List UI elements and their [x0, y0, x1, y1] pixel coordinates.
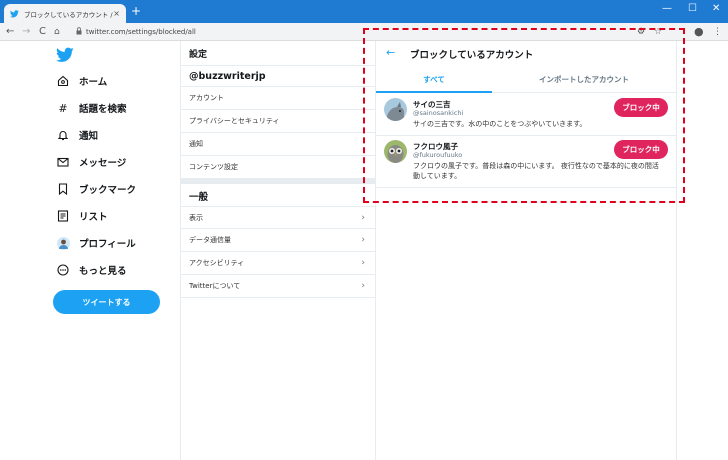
close-tab-icon[interactable]: × [113, 9, 120, 18]
sidebar-item-explore[interactable]: # 話題を検索 [56, 100, 127, 116]
menu-dots-icon[interactable]: ⋮ [713, 25, 722, 39]
sidebar-item-lists[interactable]: リスト [56, 208, 108, 224]
tab-title: ブロックしているアカウント / Twitter [24, 10, 113, 19]
settings-item-label: アカウント [189, 94, 224, 102]
reload-icon[interactable]: C [39, 25, 46, 39]
settings-item-label: アクセシビリティ [189, 259, 245, 267]
sidebar-item-profile[interactable]: プロフィール [56, 235, 136, 251]
settings-item-label: 通知 [189, 140, 203, 148]
chevron-right-icon: › [361, 281, 365, 291]
maximize-icon[interactable]: ☐ [688, 3, 697, 14]
avatar-icon [56, 236, 70, 250]
settings-item-label: プライバシーとセキュリティ [189, 117, 280, 125]
new-tab-button[interactable]: + [131, 5, 141, 17]
minimize-icon[interactable]: — [662, 3, 672, 14]
bookmark-icon [56, 182, 70, 196]
account-icon[interactable]: ● [694, 25, 704, 39]
settings-item-privacy[interactable]: プライバシーとセキュリティ [181, 110, 375, 133]
browser-tab[interactable]: ブロックしているアカウント / Twitter × [4, 4, 126, 23]
sidebar-item-label: もっと見る [79, 266, 127, 277]
url-field[interactable]: twitter.com/settings/blocked/all [86, 26, 196, 38]
hashtag-icon: # [58, 101, 68, 115]
chevron-right-icon: › [361, 235, 365, 245]
settings-item-label: 表示 [189, 214, 203, 222]
sidebar-item-bookmarks[interactable]: ブックマーク [56, 181, 136, 197]
settings-item-notifications[interactable]: 通知 [181, 133, 375, 156]
sidebar-item-label: 話題を検索 [79, 104, 127, 115]
sidebar-item-more[interactable]: もっと見る [56, 262, 127, 278]
sidebar-item-label: メッセージ [79, 158, 127, 169]
settings-item-label: データ通信量 [189, 236, 231, 244]
sidebar-item-messages[interactable]: メッセージ [56, 154, 126, 170]
sidebar-item-notifications[interactable]: 通知 [56, 127, 98, 143]
twitter-bird-icon [10, 9, 19, 17]
highlight-frame [363, 28, 685, 203]
settings-item-content[interactable]: コンテンツ設定 [181, 156, 375, 179]
left-sidebar: ホーム # 話題を検索 通知 メッセージ ブックマーク リスト プロフィール も [48, 41, 180, 460]
envelope-icon [56, 155, 70, 169]
sidebar-item-label: リスト [79, 212, 108, 223]
lock-icon [76, 27, 82, 35]
settings-item-accessibility[interactable]: アクセシビリティ › [181, 252, 375, 275]
bell-icon [56, 128, 70, 142]
settings-item-account[interactable]: アカウント [181, 87, 375, 110]
section-separator [181, 179, 375, 184]
sidebar-item-label: プロフィール [79, 239, 136, 250]
browser-tab-bar: ブロックしているアカウント / Twitter × + — ☐ ✕ [0, 0, 728, 23]
tweet-button[interactable]: ツイートする [53, 290, 160, 314]
forward-nav-icon[interactable]: → [22, 25, 30, 39]
chevron-right-icon: › [361, 213, 365, 223]
chevron-right-icon: › [361, 258, 365, 268]
home-icon [56, 74, 70, 88]
list-icon [56, 209, 70, 223]
twitter-logo-icon[interactable] [56, 47, 74, 63]
settings-item-label: Twitterについて [189, 282, 241, 290]
sidebar-item-home[interactable]: ホーム [56, 73, 107, 89]
general-section-title: 一般 [189, 192, 209, 203]
settings-username: @buzzwriterjp [181, 65, 375, 87]
settings-item-about[interactable]: Twitterについて › [181, 275, 375, 298]
home-nav-icon[interactable]: ⌂ [54, 25, 60, 39]
close-window-icon[interactable]: ✕ [712, 3, 720, 14]
settings-title: 設定 [189, 50, 208, 60]
sidebar-item-label: 通知 [79, 131, 99, 142]
more-icon [56, 263, 70, 277]
settings-item-data-usage[interactable]: データ通信量 › [181, 229, 375, 252]
settings-column: 設定 @buzzwriterjp アカウント プライバシーとセキュリティ 通知 … [181, 41, 375, 460]
sidebar-item-label: ブックマーク [79, 185, 137, 196]
settings-item-display[interactable]: 表示 › [181, 206, 375, 229]
back-nav-icon[interactable]: ← [6, 25, 14, 39]
settings-item-label: コンテンツ設定 [189, 163, 238, 171]
sidebar-item-label: ホーム [79, 77, 108, 88]
